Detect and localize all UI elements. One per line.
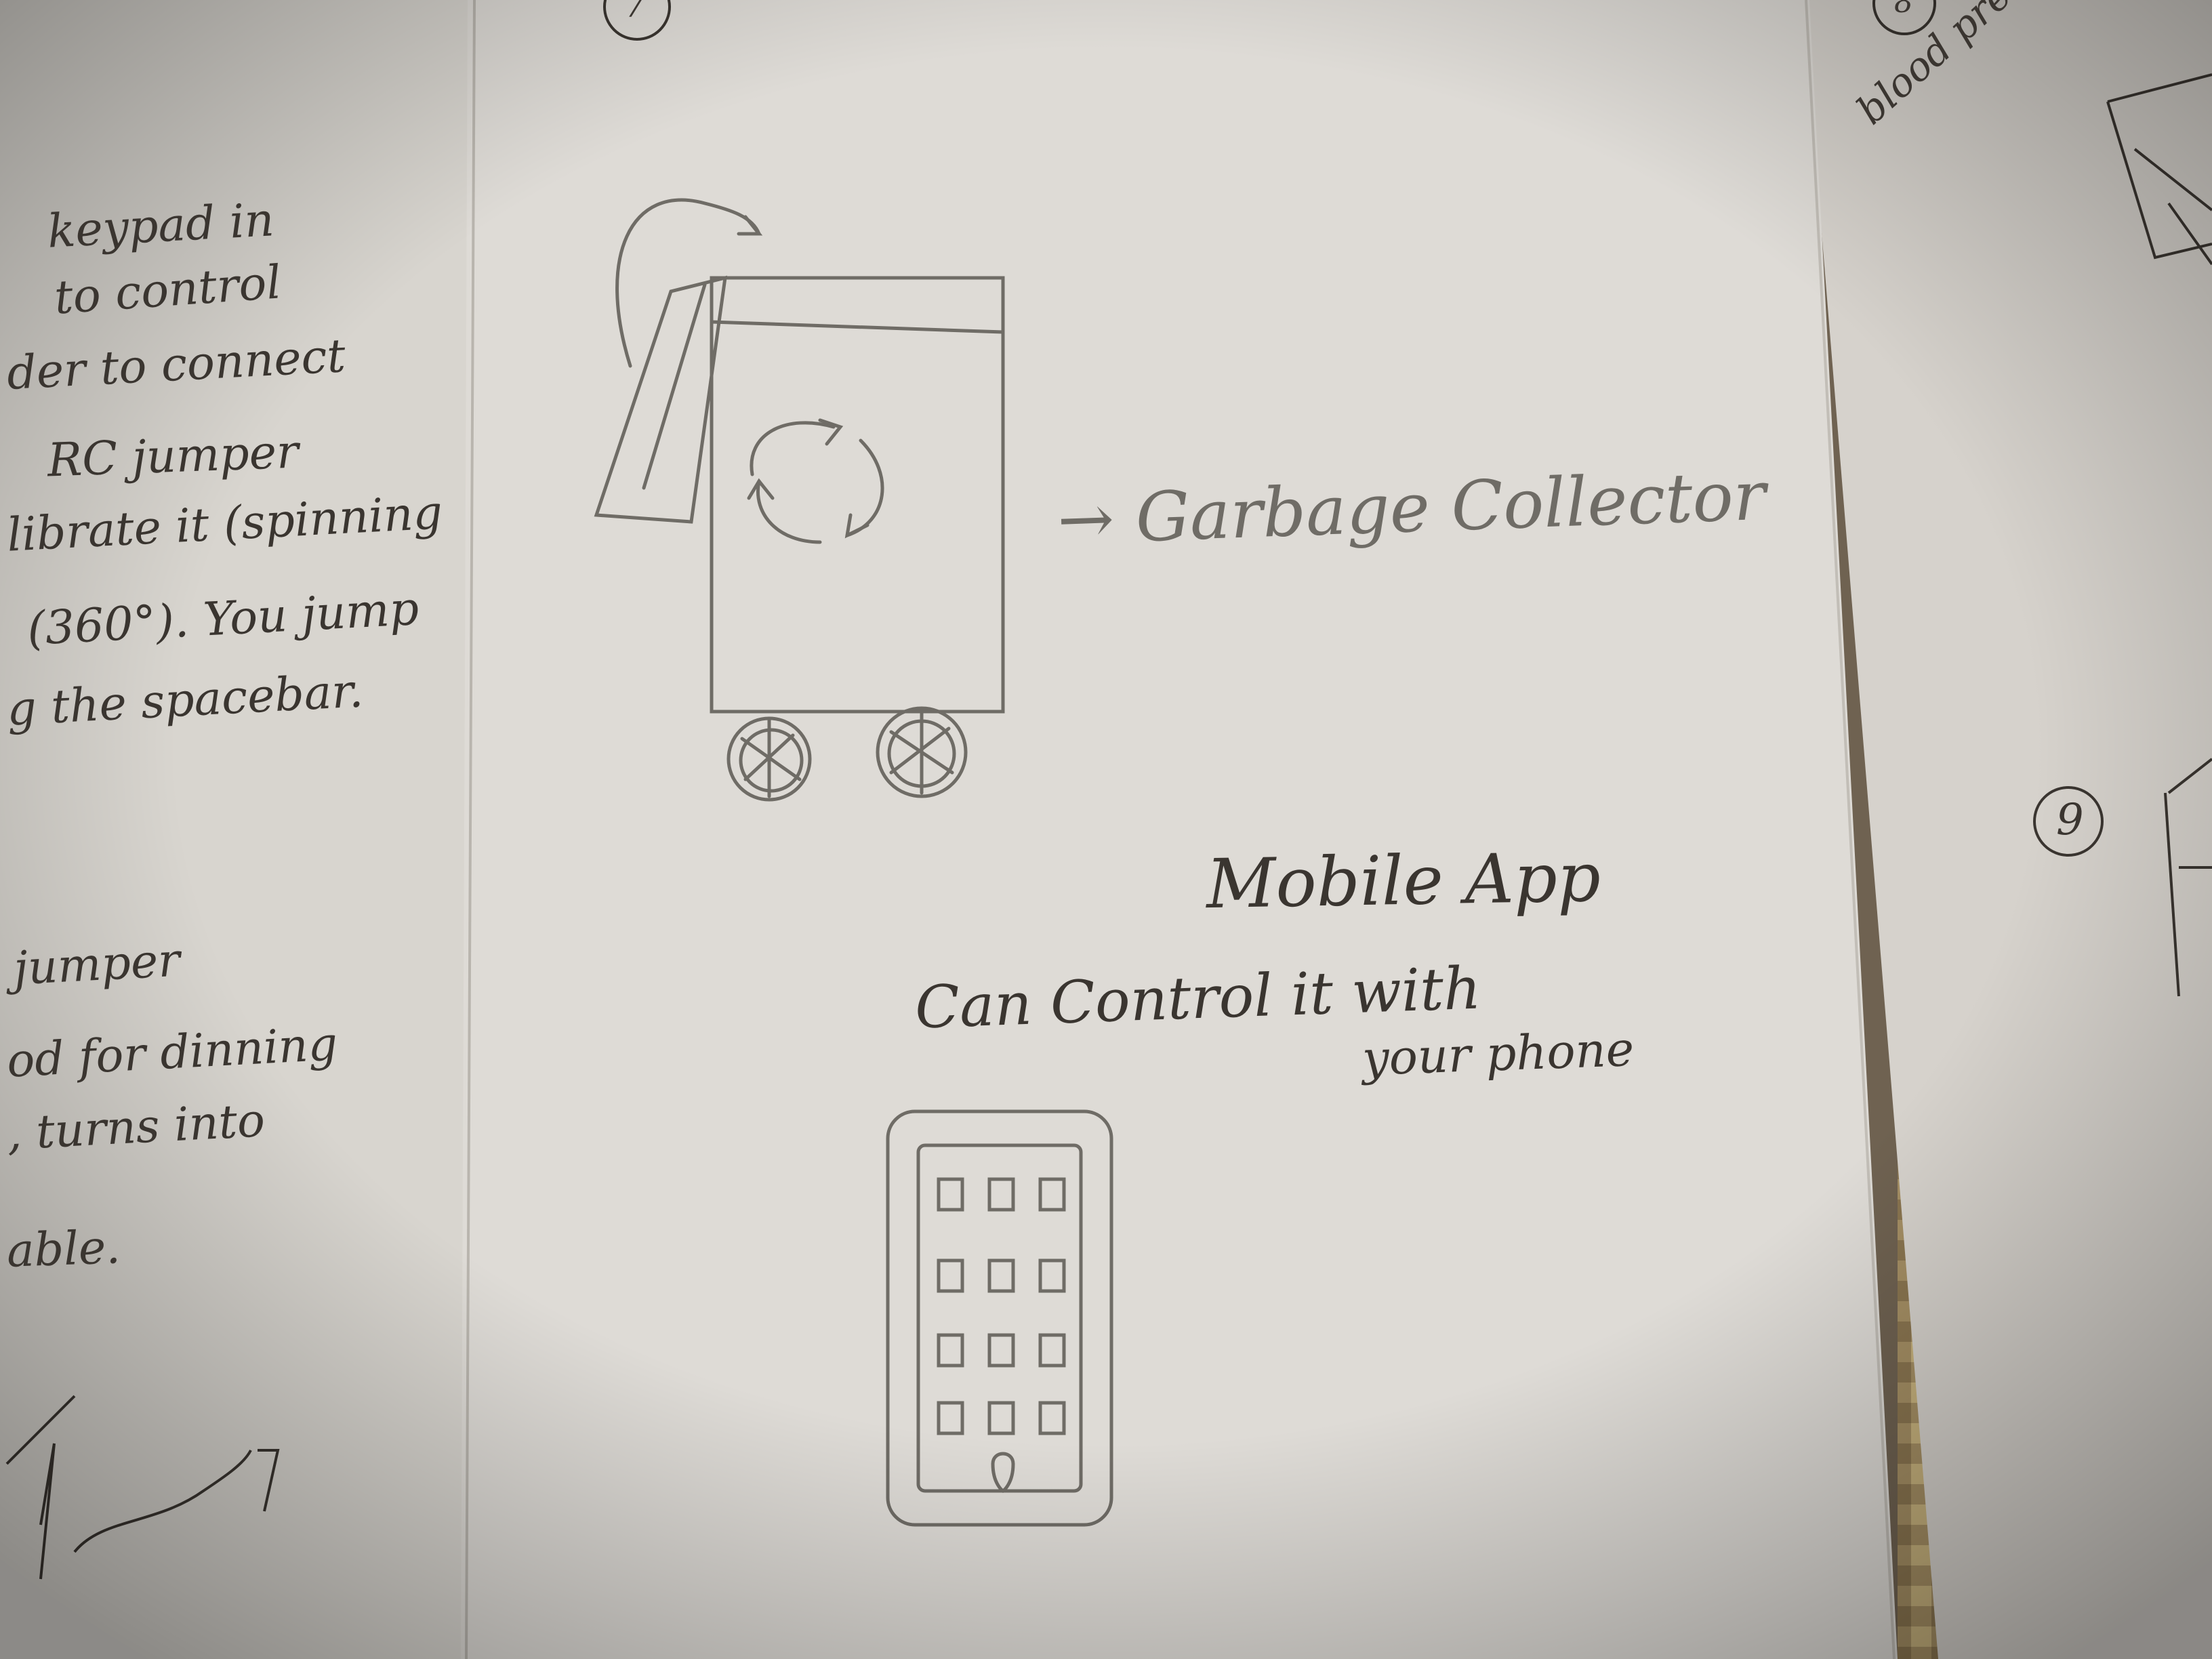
left-note-line-11: able. <box>5 1221 121 1278</box>
mobile-app-desc-line-2: your phone <box>1361 1021 1635 1086</box>
mobile-app-title: Mobile App <box>1206 837 1601 924</box>
left-note-line-8: jumper <box>12 933 182 996</box>
right-page-number: 8 <box>1894 0 1913 20</box>
left-note-line-10: , turns into <box>5 1094 266 1161</box>
photo-scene <box>0 0 2212 1659</box>
center-page-number: 7 <box>625 0 645 24</box>
left-note-line-1: keypad in <box>46 193 276 259</box>
left-note-line-4: RC jumper <box>46 425 300 488</box>
circled-number: 9 <box>2056 795 2084 845</box>
